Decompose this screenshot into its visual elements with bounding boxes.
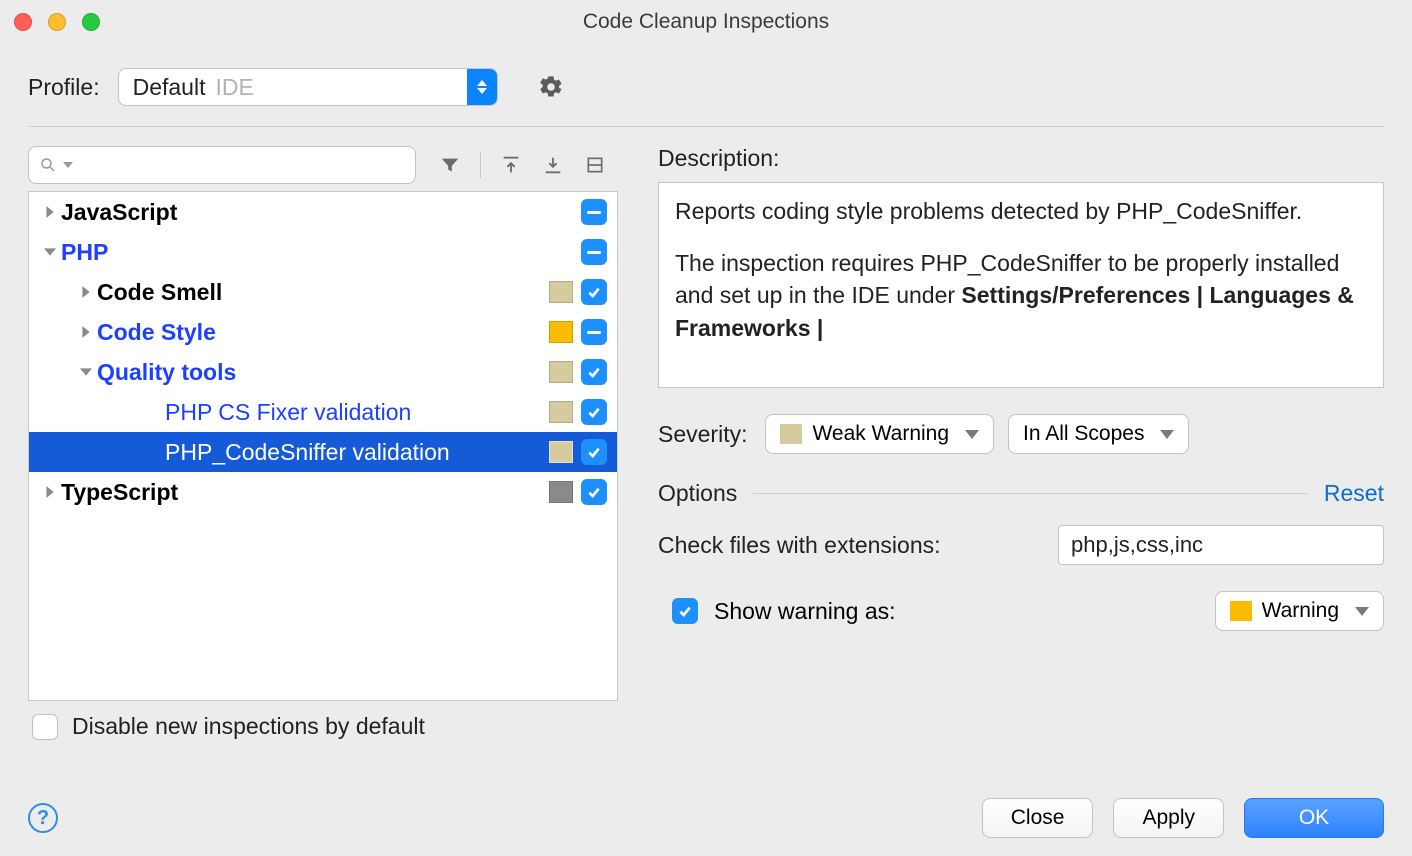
tree-checkbox[interactable] <box>581 359 607 385</box>
tree-row[interactable]: PHP CS Fixer validation <box>29 392 617 432</box>
footer-buttons: Close Apply OK <box>982 798 1384 838</box>
severity-swatch-icon <box>549 441 573 463</box>
profile-value: Default <box>133 74 206 101</box>
tree-checkbox[interactable] <box>581 439 607 465</box>
tree-item-label: JavaScript <box>61 199 177 226</box>
search-input[interactable] <box>28 146 416 184</box>
show-warning-row: Show warning as: Warning <box>658 591 1384 631</box>
profile-label: Profile: <box>28 74 100 101</box>
chevron-down-icon <box>75 366 97 378</box>
desc-p2: The inspection requires PHP_CodeSniffer … <box>675 247 1367 344</box>
search-icon <box>39 156 57 174</box>
options-label: Options <box>658 480 737 507</box>
tree-checkbox[interactable] <box>581 399 607 425</box>
options-header: Options Reset <box>658 480 1384 507</box>
severity-swatch-icon <box>549 401 573 423</box>
tree-item-label: Quality tools <box>97 359 236 386</box>
separator <box>480 152 481 178</box>
content: JavaScript PHP Code Smell Code Style Quality… <box>0 127 1412 740</box>
chevron-right-icon <box>39 206 61 218</box>
help-button[interactable]: ? <box>28 803 58 833</box>
extensions-input[interactable] <box>1058 525 1384 565</box>
severity-swatch-icon <box>549 481 573 503</box>
ok-button[interactable]: OK <box>1244 798 1384 838</box>
tree-row[interactable]: Code Smell <box>29 272 617 312</box>
disable-new-checkbox[interactable] <box>32 714 58 740</box>
apply-button[interactable]: Apply <box>1113 798 1224 838</box>
window-close-icon[interactable] <box>14 13 32 31</box>
inspections-tree[interactable]: JavaScript PHP Code Smell Code Style Quality… <box>28 191 618 701</box>
right-pane: Description: Reports coding style proble… <box>658 145 1384 740</box>
filter-icon[interactable] <box>438 153 462 177</box>
extensions-label: Check files with extensions: <box>658 532 1038 559</box>
chevron-down-icon <box>1355 607 1369 616</box>
tree-item-label: Code Style <box>97 319 216 346</box>
severity-swatch-icon <box>549 321 573 343</box>
tree-item-label: PHP CS Fixer validation <box>165 399 411 426</box>
tree-row[interactable]: PHP_CodeSniffer validation <box>29 432 617 472</box>
show-warning-checkbox[interactable] <box>672 598 698 624</box>
toolbar <box>28 145 618 185</box>
tree-row[interactable]: PHP <box>29 232 617 272</box>
severity-row: Severity: Weak Warning In All Scopes <box>658 414 1384 454</box>
warning-swatch-icon <box>1230 601 1252 621</box>
tree-item-label: TypeScript <box>61 479 178 506</box>
tree-row[interactable]: JavaScript <box>29 192 617 232</box>
collapse-all-icon[interactable] <box>541 153 565 177</box>
tree-checkbox[interactable] <box>581 199 607 225</box>
show-warning-value: Warning <box>1262 599 1339 623</box>
chevron-down-icon <box>1160 430 1174 439</box>
description-box: Reports coding style problems detected b… <box>658 182 1384 388</box>
reset-link[interactable]: Reset <box>1324 480 1384 507</box>
window-title: Code Cleanup Inspections <box>0 10 1412 34</box>
scope-value: In All Scopes <box>1023 422 1144 446</box>
show-warning-label: Show warning as: <box>714 598 896 625</box>
chevron-down-icon <box>965 430 979 439</box>
titlebar: Code Cleanup Inspections <box>0 0 1412 44</box>
tree-checkbox[interactable] <box>581 479 607 505</box>
search-history-caret-icon <box>63 162 73 168</box>
extensions-row: Check files with extensions: <box>658 525 1384 565</box>
profile-row: Profile: Default IDE <box>0 44 1412 126</box>
tree-checkbox[interactable] <box>581 279 607 305</box>
tree-row[interactable]: Quality tools <box>29 352 617 392</box>
profile-select[interactable]: Default IDE <box>118 68 498 106</box>
profile-suffix: IDE <box>215 74 253 101</box>
severity-value: Weak Warning <box>812 422 949 446</box>
chevron-right-icon <box>39 486 61 498</box>
show-warning-dropdown[interactable]: Warning <box>1215 591 1384 631</box>
description-label: Description: <box>658 145 1384 172</box>
chevron-right-icon <box>75 286 97 298</box>
severity-swatch-icon <box>780 424 802 444</box>
expand-all-icon[interactable] <box>499 153 523 177</box>
gear-icon[interactable] <box>538 74 564 100</box>
chevron-right-icon <box>75 326 97 338</box>
tree-item-label: PHP <box>61 239 108 266</box>
chevron-down-icon <box>39 246 61 258</box>
tree-row[interactable]: TypeScript <box>29 472 617 512</box>
options-divider <box>753 493 1308 494</box>
severity-dropdown[interactable]: Weak Warning <box>765 414 994 454</box>
tree-item-label: Code Smell <box>97 279 222 306</box>
severity-swatch-icon <box>549 281 573 303</box>
footer: ? Close Apply OK <box>28 798 1384 838</box>
close-button[interactable]: Close <box>982 798 1094 838</box>
severity-swatch-icon <box>549 361 573 383</box>
dropdown-caret-icon <box>467 69 497 105</box>
desc-p1: Reports coding style problems detected b… <box>675 195 1367 227</box>
disable-new-row: Disable new inspections by default <box>28 701 618 740</box>
left-pane: JavaScript PHP Code Smell Code Style Quality… <box>28 145 618 740</box>
tree-item-label: PHP_CodeSniffer validation <box>165 439 450 466</box>
severity-label: Severity: <box>658 421 747 448</box>
traffic-lights <box>14 13 100 31</box>
window-minimize-icon[interactable] <box>48 13 66 31</box>
window-zoom-icon[interactable] <box>82 13 100 31</box>
tree-row[interactable]: Code Style <box>29 312 617 352</box>
scope-dropdown[interactable]: In All Scopes <box>1008 414 1189 454</box>
tree-checkbox[interactable] <box>581 319 607 345</box>
square-icon[interactable] <box>583 153 607 177</box>
tool-icons <box>438 152 607 178</box>
tree-checkbox[interactable] <box>581 239 607 265</box>
disable-new-label: Disable new inspections by default <box>72 713 425 740</box>
